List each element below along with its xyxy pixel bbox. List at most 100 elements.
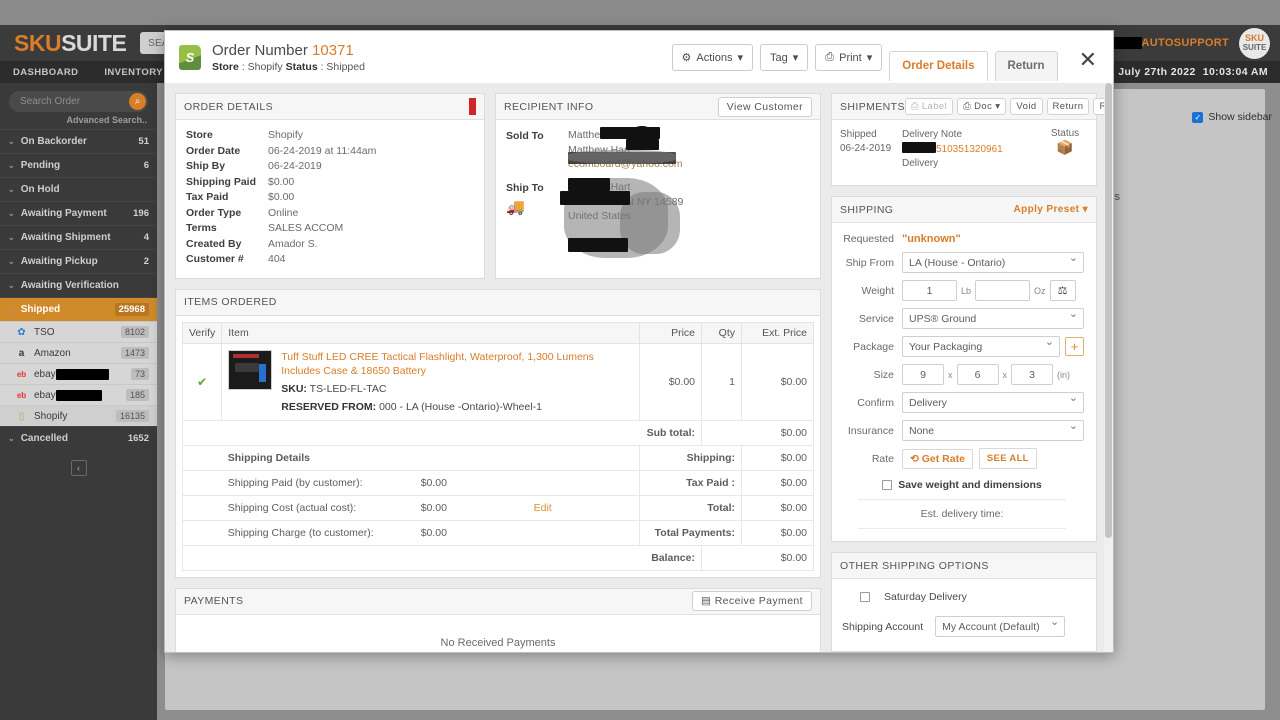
ship-from-select[interactable]: LA (House - Ontario) <box>902 251 1084 273</box>
print-label: Print <box>839 51 862 64</box>
sidebar-item-awaiting-payment[interactable]: ⌄ Awaiting Payment 196 <box>0 201 157 225</box>
apply-preset-button[interactable]: Apply Preset ▾ <box>1013 204 1088 215</box>
shipments-heading: SHIPMENTS <box>840 100 905 113</box>
sidebar-item-cancelled[interactable]: ⌄ Cancelled 1652 <box>0 426 157 450</box>
detail-key: Order Type <box>186 206 242 219</box>
sidebar-channel-label: ebay <box>34 368 56 380</box>
search-icon[interactable]: ⌕ <box>129 93 146 110</box>
service-select[interactable]: UPS® Ground <box>902 307 1084 329</box>
verify-cell: ✔ <box>181 342 223 421</box>
insurance-select[interactable]: None <box>902 419 1084 441</box>
sidebar-item-awaiting-verification[interactable]: ⌄ Awaiting Verification <box>0 273 157 297</box>
detail-key: Shipping Paid <box>186 175 256 188</box>
get-rate-button[interactable]: ⟲ Get Rate <box>902 448 973 469</box>
delivery-note-label: Delivery Note <box>902 129 963 140</box>
sold-to-line-1: Matthew <box>568 129 608 141</box>
modal-scrollbar-thumb[interactable] <box>1105 83 1112 538</box>
tab-order-details[interactable]: Order Details <box>889 51 988 81</box>
package-value: Your Packaging <box>909 340 983 353</box>
search-order-input[interactable]: Search Order ⌕ <box>9 91 148 112</box>
see-all-rates-button[interactable]: SEE ALL <box>978 448 1037 469</box>
label-button[interactable]: ⎙ Label <box>904 98 954 115</box>
nav-dashboard[interactable]: DASHBOARD <box>0 67 91 78</box>
modal-scrollbar[interactable] <box>1104 83 1113 652</box>
header-time: 10:03:04 AM <box>1202 66 1268 78</box>
sidebar-channel-tso[interactable]: ✿ TSO 8102 <box>0 321 157 342</box>
save-weight-dimensions-row[interactable]: Save weight and dimensions <box>840 479 1084 491</box>
shipped-date: 06-24-2019 <box>840 143 892 154</box>
weight-lb-input[interactable]: 1 <box>902 280 957 301</box>
saturday-delivery-row[interactable]: Saturday Delivery <box>842 591 1086 603</box>
weight-oz-input[interactable] <box>975 280 1031 301</box>
sidebar-channel-shopify[interactable]: ▯ Shopify 16135 <box>0 405 157 426</box>
sidebar-item-label: Awaiting Payment <box>20 208 107 219</box>
detail-value: SALES ACCOM <box>268 222 344 234</box>
col-price: Price <box>639 321 702 344</box>
sidebar-channel-label: Shopify <box>34 410 68 422</box>
advanced-search-link[interactable]: Advanced Search.. <box>0 112 157 129</box>
checkbox-icon[interactable] <box>882 480 893 490</box>
sidebar-item-label: Pending <box>20 160 61 171</box>
shipment-status-col: Status 📦 <box>1042 128 1088 171</box>
insurance-label: Insurance <box>847 424 894 437</box>
sidebar-item-awaiting-shipment[interactable]: ⌄ Awaiting Shipment 4 <box>0 225 157 249</box>
item-price: $0.00 <box>639 342 702 421</box>
receive-payment-button[interactable]: ▤ Receive Payment <box>692 591 812 611</box>
sidebar-collapse-button[interactable]: ‹ <box>70 460 87 476</box>
order-details-heading: ORDER DETAILS <box>184 100 274 113</box>
checkbox-icon[interactable] <box>860 592 870 602</box>
product-title-link[interactable]: Tuff Stuff LED CREE Tactical Flashlight,… <box>281 350 633 378</box>
total-payments-value: $0.00 <box>741 519 814 546</box>
shipments-card: SHIPMENTS ⎙Label ⎙Doc▾ Void Return Resen… <box>831 93 1113 186</box>
void-button[interactable]: Void <box>1010 98 1043 115</box>
sidebar-channel-amazon[interactable]: a Amazon 1473 <box>0 342 157 363</box>
sidebar-item-on-hold[interactable]: ⌄ On Hold <box>0 177 157 201</box>
print-button[interactable]: ⎙ Print ▾ <box>815 44 883 71</box>
sidebar-item-count: 4 <box>143 232 149 243</box>
sidebar-channel-count: 73 <box>130 368 149 380</box>
shipping-account-select[interactable]: My Account (Default) <box>935 615 1066 637</box>
sold-to-address: Matthew Matthew Hart ecomboard@yahoo.com <box>568 126 768 174</box>
product-thumbnail[interactable] <box>228 349 273 390</box>
shipping-cost-edit-link[interactable]: Edit <box>534 502 552 514</box>
total-label: Tax Paid : <box>639 469 742 496</box>
detail-row: Shipping Paid $0.00 <box>186 175 474 191</box>
label-button-text: Label <box>921 101 948 112</box>
items-table: Verify Item Price Qty Ext. Price ✔ Tuff … <box>181 321 814 571</box>
tab-return[interactable]: Return <box>994 51 1058 81</box>
scale-icon[interactable]: ⚖ <box>1049 280 1076 301</box>
sidebar-channel-ebay-1[interactable]: eb ebay TuffStuff4x4 73 <box>0 363 157 384</box>
sidebar-item-awaiting-pickup[interactable]: ⌄ Awaiting Pickup 2 <box>0 249 157 273</box>
size-width-input[interactable]: 6 <box>956 364 999 385</box>
item-qty: 1 <box>701 342 742 421</box>
sku-label: SKU: <box>281 382 307 395</box>
return-button[interactable]: Return <box>1046 98 1090 115</box>
package-select[interactable]: Your Packaging <box>902 335 1060 357</box>
sidebar-item-shipped[interactable]: ⌄ Shipped 25968 <box>0 297 157 321</box>
sidebar-item-pending[interactable]: ⌄ Pending 6 <box>0 153 157 177</box>
confirm-label: Confirm <box>857 396 894 409</box>
detail-value: Amador S. <box>268 237 318 250</box>
sidebar-item-label: On Backorder <box>20 136 87 147</box>
tag-button[interactable]: Tag ▾ <box>760 44 809 71</box>
close-icon[interactable]: ✕ <box>1079 49 1097 71</box>
show-sidebar-toggle[interactable]: ✓ Show sidebar <box>1192 111 1272 123</box>
detail-value: 06-24-2019 <box>268 160 322 172</box>
checkbox-icon[interactable]: ✓ <box>1192 111 1204 123</box>
logo-suite: SUITE <box>61 29 127 56</box>
view-customer-button[interactable]: View Customer <box>717 96 812 117</box>
total-label: Total Payments: <box>639 519 742 546</box>
tracking-number[interactable]: 510351320961 <box>936 144 1003 155</box>
sidebar-item-on-backorder[interactable]: ⌄ On Backorder 51 <box>0 129 157 153</box>
shipping-cost-row: Shipping Cost (actual cost): $0.00 Edit … <box>181 494 814 521</box>
doc-button[interactable]: ⎙ Doc ▾ <box>957 98 1007 115</box>
user-avatar[interactable]: SKU SUITE <box>1239 27 1270 59</box>
size-length-input[interactable]: 9 <box>902 364 944 385</box>
size-height-input[interactable]: 3 <box>1011 364 1053 385</box>
requested-label: Requested <box>843 233 894 245</box>
sidebar-channel-ebay-2[interactable]: eb ebay EcomAuto 185 <box>0 384 157 405</box>
confirm-select[interactable]: Delivery <box>902 391 1084 413</box>
app-logo: SKUSUITE <box>14 29 127 57</box>
actions-button[interactable]: ⚙ Actions ▾ <box>671 44 754 71</box>
plus-icon[interactable]: + <box>1065 337 1084 356</box>
